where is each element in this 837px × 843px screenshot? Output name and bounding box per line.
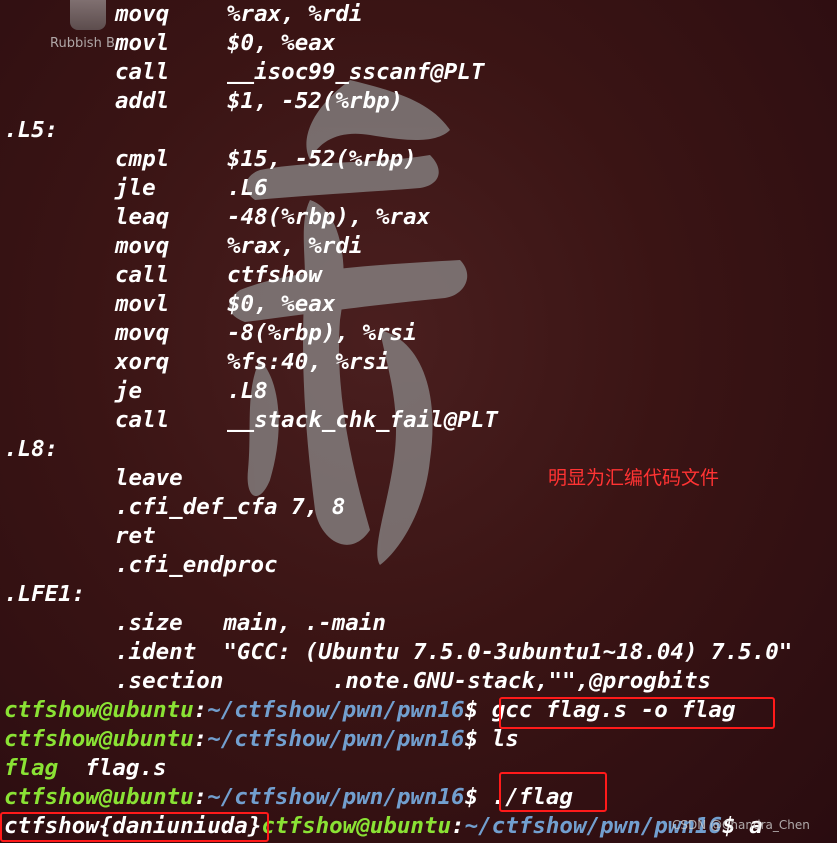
code-label: .L5: xyxy=(4,117,59,143)
shell-prompt-line: ctfshow@ubuntu:~/ctfshow/pwn/pwn16$ ./fl… xyxy=(4,784,573,810)
ls-output-line: flag flag.s xyxy=(4,754,167,783)
credit-watermark: CSDN @Chandra_Chen xyxy=(672,818,810,832)
prompt-path: ~/ctfshow/pwn/pwn16 xyxy=(207,697,465,723)
annotation-note: 明显为汇编代码文件 xyxy=(548,467,720,489)
ls-file-source: flag.s xyxy=(85,755,167,781)
highlight-box-run-command xyxy=(499,772,607,812)
prompt-user-host: ctfshow@ubuntu xyxy=(4,697,194,723)
command-text: ls xyxy=(491,726,519,752)
shell-prompt-line: ctfshow@ubuntu:~/ctfshow/pwn/pwn16$ ls xyxy=(4,726,519,752)
highlight-box-gcc-command xyxy=(499,697,775,729)
code-label: .L8: xyxy=(4,436,59,462)
ls-file-executable: flag xyxy=(4,755,59,781)
code-label: .LFE1: xyxy=(4,581,86,607)
highlight-box-flag xyxy=(0,812,269,842)
